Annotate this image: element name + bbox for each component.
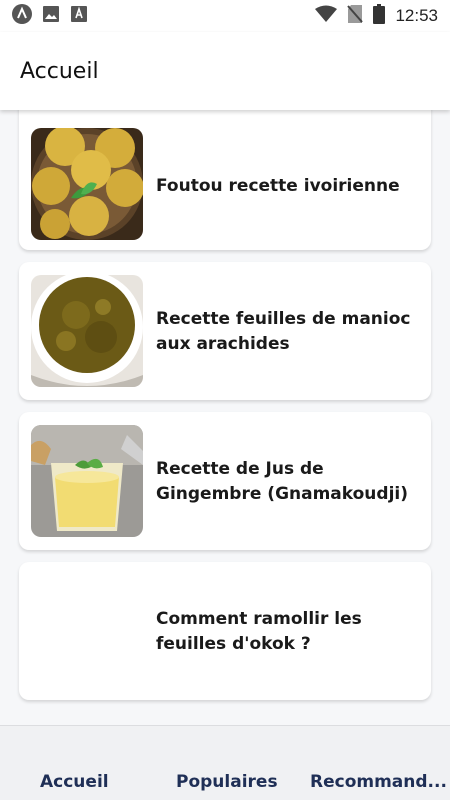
wifi-icon [315, 5, 338, 28]
bottom-navigation: Accueil Populaires Recommand... [0, 725, 450, 800]
recipe-card[interactable]: Recette de Jus de Gingembre (Gnamakoudji… [19, 412, 431, 550]
status-right-icons: 12:53 [315, 3, 438, 29]
nav-tab-recommandes[interactable]: Recommand... [310, 772, 447, 792]
nav-tab-accueil[interactable]: Accueil [40, 772, 109, 792]
notification-icon [70, 5, 88, 28]
nav-tab-populaires[interactable]: Populaires [176, 772, 278, 792]
recipe-thumbnail-empty [31, 575, 143, 687]
recipe-title: Recette feuilles de manioc aux arachides [156, 309, 411, 354]
recipe-card[interactable]: Comment ramollir les feuilles d'okok ? [19, 562, 431, 700]
battery-icon [373, 3, 386, 29]
image-icon [42, 5, 60, 28]
recipe-title: Comment ramollir les feuilles d'okok ? [156, 609, 362, 654]
status-time: 12:53 [395, 6, 438, 25]
recipe-card[interactable]: Recette feuilles de manioc aux arachides [19, 262, 431, 400]
recipe-thumbnail-cassava [31, 275, 143, 387]
app-bar: Accueil [0, 32, 450, 110]
status-left-icons [12, 3, 88, 29]
no-sim-icon [347, 4, 364, 29]
recipe-list[interactable]: Foutou recette ivoirienne Recette feuill… [0, 110, 450, 725]
status-bar: 12:53 [0, 0, 450, 32]
recipe-title: Recette de Jus de Gingembre (Gnamakoudji… [156, 459, 409, 504]
recipe-card[interactable]: Foutou recette ivoirienne [19, 110, 431, 250]
app-icon [12, 3, 32, 29]
page-title: Accueil [20, 58, 99, 84]
recipe-thumbnail-ginger-juice [31, 425, 143, 537]
recipe-thumbnail-foutou [31, 128, 143, 240]
recipe-title: Foutou recette ivoirienne [156, 176, 400, 196]
